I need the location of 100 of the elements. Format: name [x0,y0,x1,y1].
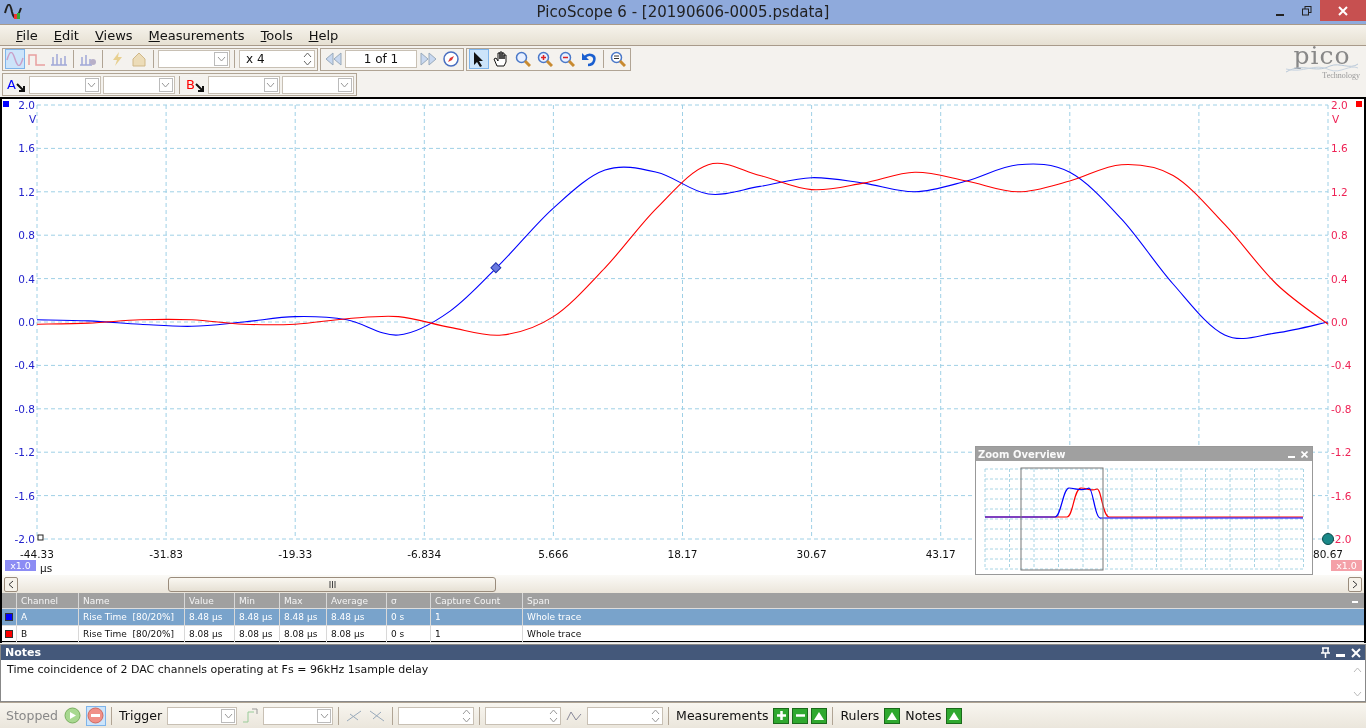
scale-badge: x1.0 [1331,560,1362,571]
notes-button[interactable] [946,707,963,724]
zoom-window-frame[interactable] [1020,467,1104,571]
scope-mode-button[interactable] [5,49,25,69]
close-icon[interactable] [1351,647,1361,658]
table-cell: 8.08 µs [279,626,326,642]
magnifier-icon [537,51,553,67]
minus-icon [795,711,805,720]
table-row[interactable]: B Rise Time [80/20%] 8.08 µs 8.08 µs 8.08 µs 8.08 µs 0 s 1 Whole trace [2,626,1364,643]
axis-tick-label: -0.8 [1331,402,1352,415]
menu-item[interactable]: Views [86,27,141,43]
collapse-icon[interactable] [1352,601,1358,604]
magnifier-icon [610,51,626,67]
channel-marker-icon [3,101,9,107]
navigator-button[interactable] [441,49,461,69]
axis-tick-label: -1.2 [1331,446,1352,459]
table-cell: 8.08 µs [326,626,386,642]
table-cell: 0 s [386,626,430,642]
axis-unit-label: V [29,113,37,125]
pointer-tool-button[interactable] [469,49,489,69]
table-cell: Rise Time [80/20%] [78,626,184,642]
edit-measurement-button[interactable] [811,707,828,724]
trigger-mode-dropdown[interactable] [167,706,238,725]
chevron-icon [340,81,350,88]
scroll-right-button[interactable] [1348,576,1362,592]
axis-unit-label: V [1332,113,1340,125]
column-header: Channel [16,593,78,608]
zoom-factor-spinner[interactable]: x 4 [239,50,315,68]
range-dropdown[interactable] [28,75,101,94]
window-title: PicoScope 6 - [20190606-0005.psdata] [536,3,830,21]
chevron-icon [266,81,276,88]
triangle-icon [887,711,898,720]
delay-spinner[interactable] [587,706,664,725]
stop-button[interactable] [86,705,106,726]
axis-tick-label: -19.33 [278,548,313,560]
menu-item[interactable]: Tools [252,27,301,43]
pin-icon[interactable] [1321,647,1330,658]
table-cell: 8.48 µs [326,609,386,625]
advanced-trigger-button[interactable] [240,705,261,726]
coupling-dropdown[interactable] [281,75,354,94]
trigger-marker[interactable] [1322,533,1334,545]
remove-measurement-button[interactable] [792,707,809,724]
axis-tick-label: 5.666 [538,548,569,560]
close-button[interactable] [1320,0,1366,21]
triangle-icon [814,711,825,720]
rulers-button[interactable] [884,707,901,724]
start-button[interactable] [63,705,83,726]
arrow-icon [15,83,25,92]
threshold-spinner[interactable] [398,706,475,725]
coupling-dropdown[interactable] [102,75,175,94]
zoom-in-tool-button[interactable] [535,49,555,69]
axis-tick-label: 30.67 [796,548,827,560]
axis-tick-label: -1.6 [14,489,35,502]
buffer-field[interactable]: 1 of 1 [345,50,417,68]
menu-item[interactable]: Help [300,27,347,43]
restore-icon [1301,5,1312,16]
menu-item[interactable]: File [8,27,46,43]
axis-tick-label: -0.4 [14,359,35,372]
scroll-thumb[interactable] [168,576,496,592]
scroll-left-button[interactable] [4,576,18,592]
channel-button[interactable]: A [5,77,27,92]
wave-logo-icon [4,4,22,20]
axis-tick-label: 2.0 [18,99,35,111]
panel-title: Notes [5,646,42,659]
menu-item[interactable]: Edit [45,27,87,43]
table-cell: Whole trace [522,609,1364,625]
measurement-marker [490,262,502,274]
add-measurement-button[interactable] [773,707,790,724]
table-cell: 8.08 µs [234,626,279,642]
panel-title: Zoom Overview [978,448,1066,460]
column-header: Max [279,593,326,608]
channel-button[interactable]: B [183,77,206,92]
triangle-icon [949,711,960,720]
left-chevron-icon [8,579,14,589]
axis-tick-label: -31.83 [149,548,184,560]
chevron-icon [223,712,233,719]
table-cell: B [16,626,78,642]
minimize-icon [1275,13,1284,16]
axis-tick-label: -2.0 [14,533,35,545]
right-chevron-icon [1352,579,1358,589]
zoom-out-tool-button[interactable] [557,49,577,69]
pre-trigger-spinner[interactable] [485,706,562,725]
trigger-source-dropdown[interactable] [263,706,334,725]
notes-text[interactable]: Time coincidence of 2 DAC channels operating at Fs = 96kHz 1sample delay [7,663,429,676]
double-right-arrow-icon [420,51,438,67]
sine-icon [6,52,24,66]
up-chevron-icon[interactable] [1352,667,1362,673]
menu-item[interactable]: Measurements [140,27,253,43]
first-buffer-button[interactable] [323,49,343,69]
timebase-dropdown[interactable] [158,50,230,68]
grip-icon [328,580,336,588]
zoom-tool-button[interactable] [513,49,533,69]
table-cell: 1 [430,626,522,642]
arrow-icon [194,83,204,92]
zoom-to-fit-button[interactable] [608,49,628,69]
table-cell: Rise Time [80/20%] [78,609,184,625]
chevron-icon [216,56,226,62]
double-left-arrow-icon [324,51,342,67]
down-chevron-icon[interactable] [1352,691,1362,697]
range-dropdown[interactable] [207,75,280,94]
